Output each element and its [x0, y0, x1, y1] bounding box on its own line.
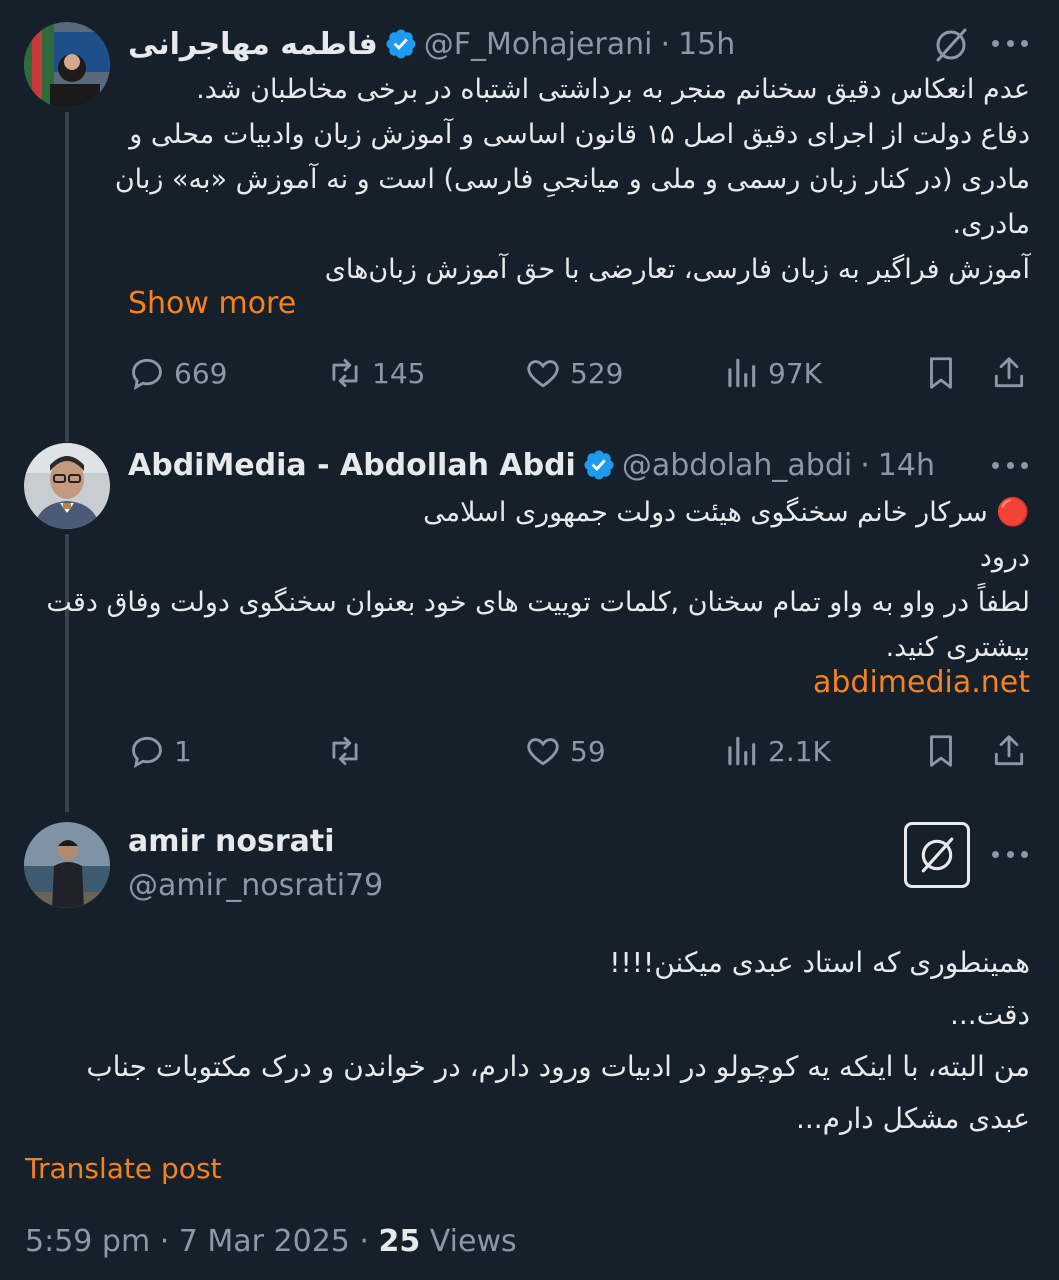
reply-icon [132, 358, 162, 391]
action-bar: 1 59 2.1K [128, 732, 1030, 776]
post-meta: 5:59 pm · 7 Mar 2025 · 25 Views [25, 1224, 517, 1259]
repost-button[interactable]: 145 [326, 354, 425, 392]
author-handle[interactable]: @F_Mohajerani [424, 27, 653, 62]
thread-line [65, 534, 69, 812]
share-button[interactable] [990, 354, 1036, 392]
views-icon [728, 736, 756, 766]
grok-button[interactable] [904, 822, 970, 888]
bookmark-icon [930, 357, 952, 389]
translate-link[interactable]: Translate post [25, 1152, 222, 1185]
like-icon [527, 738, 559, 766]
verified-icon [386, 29, 416, 59]
more-icon[interactable] [992, 40, 1028, 50]
thread-line [65, 112, 69, 442]
grok-icon [921, 837, 954, 873]
action-bar: 669 145 529 97K [128, 354, 1030, 398]
views-button[interactable]: 97K [722, 354, 822, 392]
views-icon [728, 358, 756, 388]
show-more-link[interactable]: Show more [128, 286, 296, 321]
reply-button[interactable]: 1 [128, 732, 192, 770]
repost-icon [332, 358, 358, 388]
share-icon [994, 357, 1024, 388]
external-link[interactable]: abdimedia.net [813, 665, 1030, 700]
author-name[interactable]: AbdiMedia - Abdollah Abdi [128, 448, 576, 483]
timestamp[interactable]: 15h [678, 27, 735, 62]
bookmark-button[interactable] [922, 732, 968, 770]
like-icon [527, 360, 559, 388]
reply-icon [132, 736, 162, 769]
view-count: 25 [378, 1224, 421, 1259]
views-label: Views [420, 1224, 517, 1259]
like-button[interactable]: 59 [524, 732, 606, 770]
author-name[interactable]: فاطمه مهاجرانی [128, 27, 378, 62]
author-handle[interactable]: @amir_nosrati79 [128, 868, 383, 903]
tweet-header: AbdiMedia - Abdollah Abdi @abdolah_abdi … [128, 447, 935, 483]
author-handle[interactable]: @abdolah_abdi [622, 448, 852, 483]
share-button[interactable] [990, 732, 1036, 770]
avatar[interactable] [24, 443, 110, 529]
verified-icon [584, 450, 614, 480]
more-icon[interactable] [992, 851, 1028, 861]
tweet-text: عدم انعکاس دقیق سخنانم منجر به برداشتی ا… [114, 74, 1030, 285]
grok-icon[interactable] [932, 26, 970, 64]
more-icon[interactable] [992, 462, 1028, 472]
reply-button[interactable]: 669 [128, 354, 227, 392]
avatar[interactable] [24, 22, 110, 108]
avatar[interactable] [24, 822, 110, 908]
share-icon [994, 735, 1024, 766]
views-button[interactable]: 2.1K [722, 732, 831, 770]
bookmark-button[interactable] [922, 354, 968, 392]
tweet-header: فاطمه مهاجرانی @F_Mohajerani · 15h [128, 26, 736, 62]
repost-icon [332, 736, 358, 766]
bookmark-icon [930, 735, 952, 767]
tweet-text: همینطوری که استاد عبدی میکنن!!!! دقت... … [86, 946, 1030, 1135]
post-timestamp[interactable]: 5:59 pm · 7 Mar 2025 · [25, 1224, 379, 1259]
tweet-text: 🔴 سرکار خانم سخنگوی هیئت دولت جمهوری اسل… [46, 497, 1030, 663]
repost-button[interactable] [326, 732, 372, 770]
author-name[interactable]: amir nosrati [128, 824, 335, 859]
timestamp[interactable]: 14h [878, 448, 935, 483]
like-button[interactable]: 529 [524, 354, 623, 392]
